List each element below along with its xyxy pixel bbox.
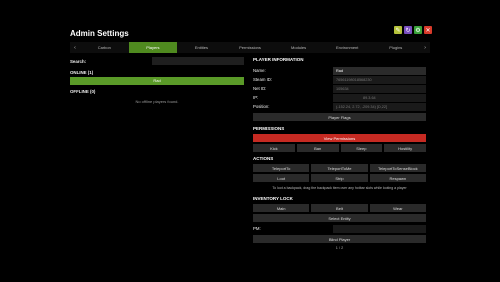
name-value: Rad [333, 66, 426, 75]
view-permissions-button[interactable]: View Permissions [253, 134, 426, 142]
select-entity-button[interactable]: Select Entity [253, 214, 426, 222]
tab-players[interactable]: Players [128, 42, 178, 53]
player-info-header: PLAYER INFORMATION [253, 57, 304, 62]
online-header: ONLINE (1) [70, 70, 94, 75]
online-player-item[interactable]: Rad [70, 77, 244, 85]
tab-environment[interactable]: Environment [323, 42, 372, 53]
edit-icon[interactable]: ✎ [394, 26, 402, 34]
strip-button[interactable]: Strip [311, 174, 368, 182]
pm-label: PM: [253, 226, 261, 231]
tab-modules[interactable]: Modules [274, 42, 323, 53]
info-row-steamid: Steam ID: 76561198018568230 [253, 75, 426, 84]
ip-value[interactable]: 89.3.64 [333, 93, 426, 102]
tab-carbon[interactable]: Carbon [80, 42, 129, 53]
tab-bar: ‹ Carbon Players Entities Permissions Mo… [70, 42, 430, 53]
info-row-name: Name: Rad [253, 66, 426, 75]
teleport-to-sense-button[interactable]: TeleportToSenseBlock [369, 164, 426, 172]
refresh-icon[interactable]: ↻ [404, 26, 412, 34]
window-title: Admin Settings [70, 29, 129, 38]
steamid-value[interactable]: 76561198018568230 [333, 75, 426, 84]
inventory-wear-button[interactable]: Wear [369, 204, 426, 212]
teleport-to-me-button[interactable]: TeleportToMe [311, 164, 368, 172]
tab-plugins[interactable]: Plugins [371, 42, 420, 53]
player-flags-button[interactable]: Player Flags [253, 113, 426, 121]
hostility-button[interactable]: Hostility [384, 144, 426, 152]
page-indicator: 1 / 2 [335, 246, 344, 250]
offline-header: OFFLINE (0) [70, 89, 96, 94]
kick-button[interactable]: Kick [253, 144, 295, 152]
loot-hint: To loot a backpack, drag the backpack it… [272, 186, 407, 190]
teleport-to-button[interactable]: TeleportTo [253, 164, 310, 172]
actions-header: ACTIONS [253, 156, 274, 161]
search-input[interactable] [152, 57, 244, 65]
sleep-button[interactable]: Sleep [340, 144, 383, 152]
close-icon[interactable]: ✕ [424, 26, 432, 34]
ban-button[interactable]: Ban [296, 144, 339, 152]
position-value[interactable]: (-152.24, 2.72, -209.34) [D,22] [333, 102, 426, 111]
info-row-position: Position: (-152.24, 2.72, -209.34) [D,22… [253, 102, 426, 111]
tab-next-button[interactable]: › [420, 45, 430, 51]
inventory-belt-button[interactable]: Belt [311, 204, 368, 212]
netid-value[interactable]: 105634 [333, 84, 426, 93]
permissions-header: PERMISSIONS [253, 126, 285, 131]
loot-button[interactable]: Loot [253, 174, 310, 182]
search-label: Search: [70, 59, 87, 64]
tab-entities[interactable]: Entities [177, 42, 226, 53]
pm-input[interactable] [333, 224, 426, 233]
gear-icon[interactable]: ⚙ [414, 26, 422, 34]
info-row-netid: Net ID: 105634 [253, 84, 426, 93]
blind-player-button[interactable]: Blind Player [253, 235, 426, 243]
offline-empty-text: No offline players found. [135, 99, 179, 104]
respawn-button[interactable]: Respawn [369, 174, 426, 182]
tab-prev-button[interactable]: ‹ [70, 45, 80, 51]
info-row-ip: IP: 89.3.64 [253, 93, 426, 102]
inventory-header: INVENTORY LOCK [253, 196, 293, 201]
tab-permissions[interactable]: Permissions [226, 42, 275, 53]
inventory-main-button[interactable]: Main [253, 204, 310, 212]
